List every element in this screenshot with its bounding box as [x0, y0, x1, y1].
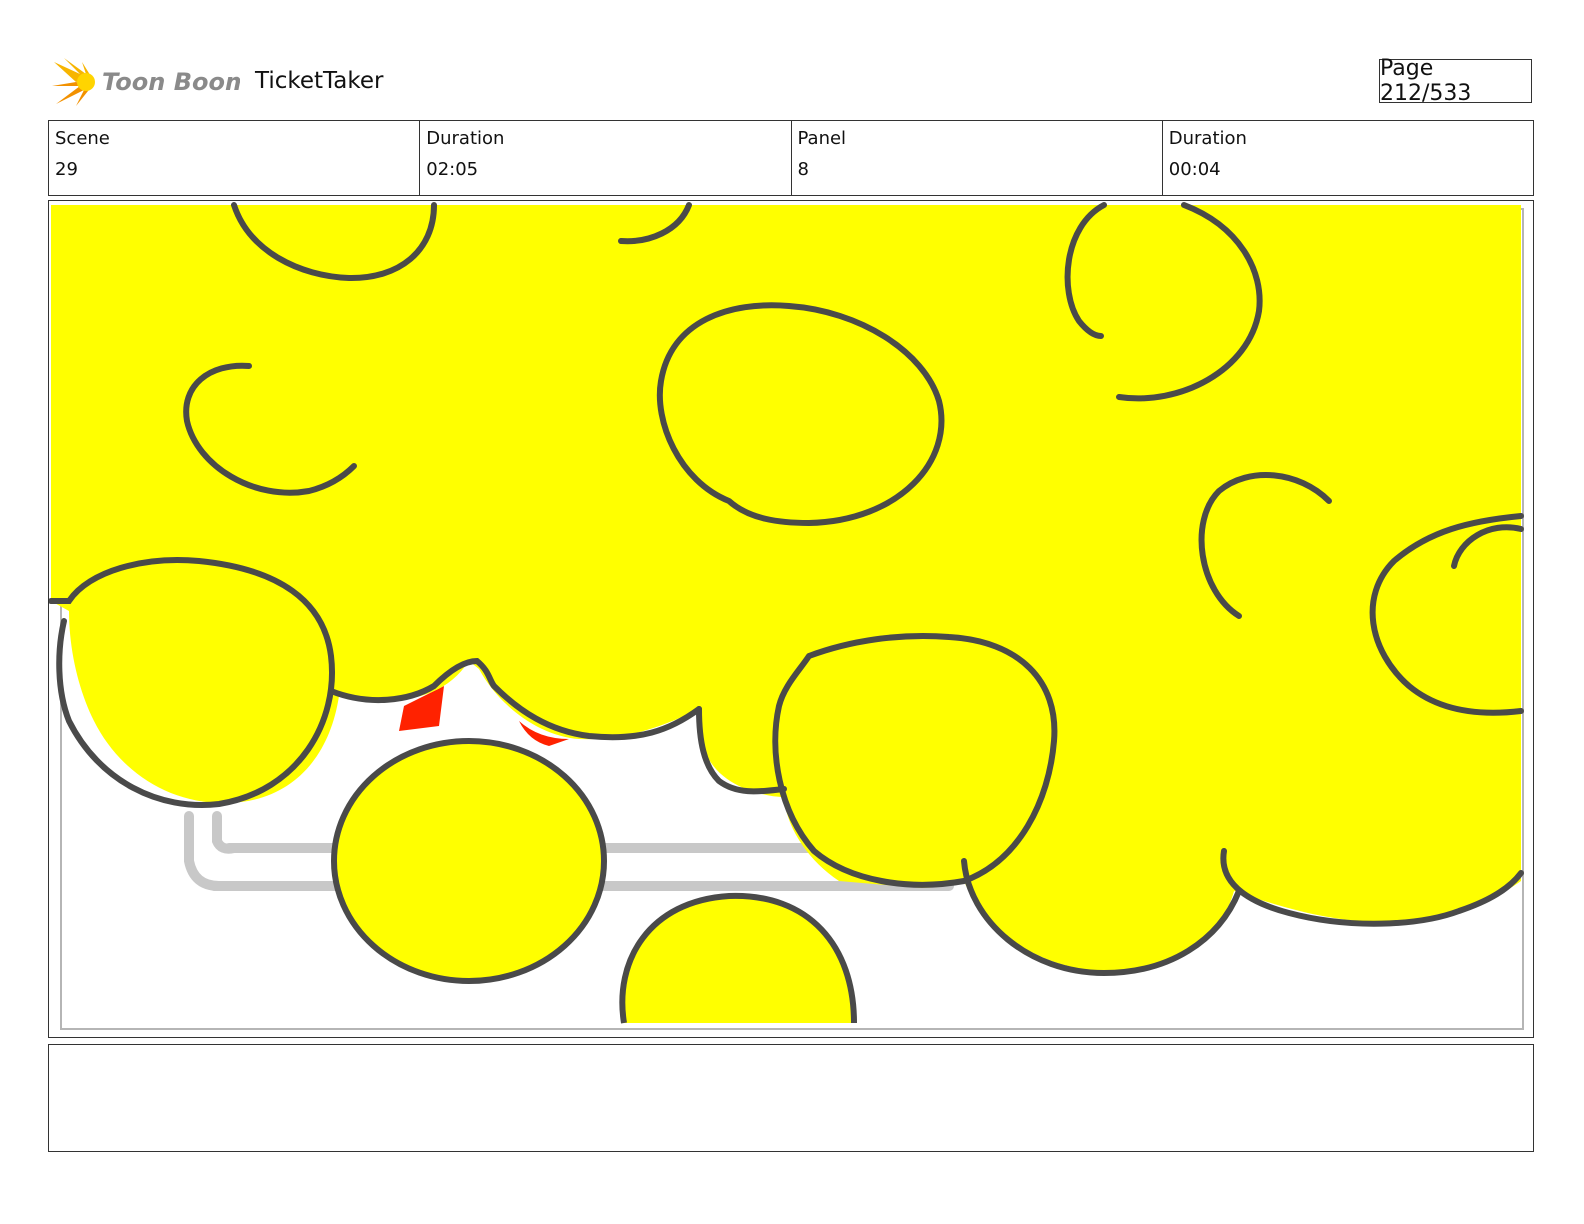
- storyboard-panel: [48, 200, 1534, 1038]
- panel-duration-cell: Duration 00:04: [1163, 121, 1533, 195]
- cloud-puff-lower-left: [331, 738, 607, 984]
- logo-text: Toon Boom: [102, 68, 240, 96]
- scene-duration-value: 02:05: [426, 159, 479, 180]
- panel-info-table: Scene 29 Duration 02:05 Panel 8 Duration…: [48, 120, 1534, 196]
- panel-label: Panel: [797, 128, 847, 149]
- project-title: TicketTaker: [255, 68, 384, 94]
- cloud-puff-bottom: [622, 895, 854, 1023]
- panel-value: 8: [797, 159, 809, 180]
- starburst-icon: [52, 58, 95, 106]
- panel-cell: Panel 8: [792, 121, 1163, 195]
- scene-value: 29: [55, 159, 78, 180]
- scene-cell: Scene 29: [49, 121, 421, 195]
- cloud-mass: [51, 205, 1521, 972]
- panel-drawing: [49, 202, 1524, 1030]
- page-indicator: Page 212/533: [1379, 56, 1532, 106]
- panel-duration-label: Duration: [1168, 128, 1247, 149]
- scene-duration-label: Duration: [426, 128, 505, 149]
- scene-duration-cell: Duration 02:05: [420, 121, 792, 195]
- scene-label: Scene: [55, 128, 110, 149]
- panel-duration-value: 00:04: [1168, 159, 1221, 180]
- panel-notes-box: [48, 1044, 1534, 1152]
- toon-boom-logo: Toon Boom: [50, 56, 250, 108]
